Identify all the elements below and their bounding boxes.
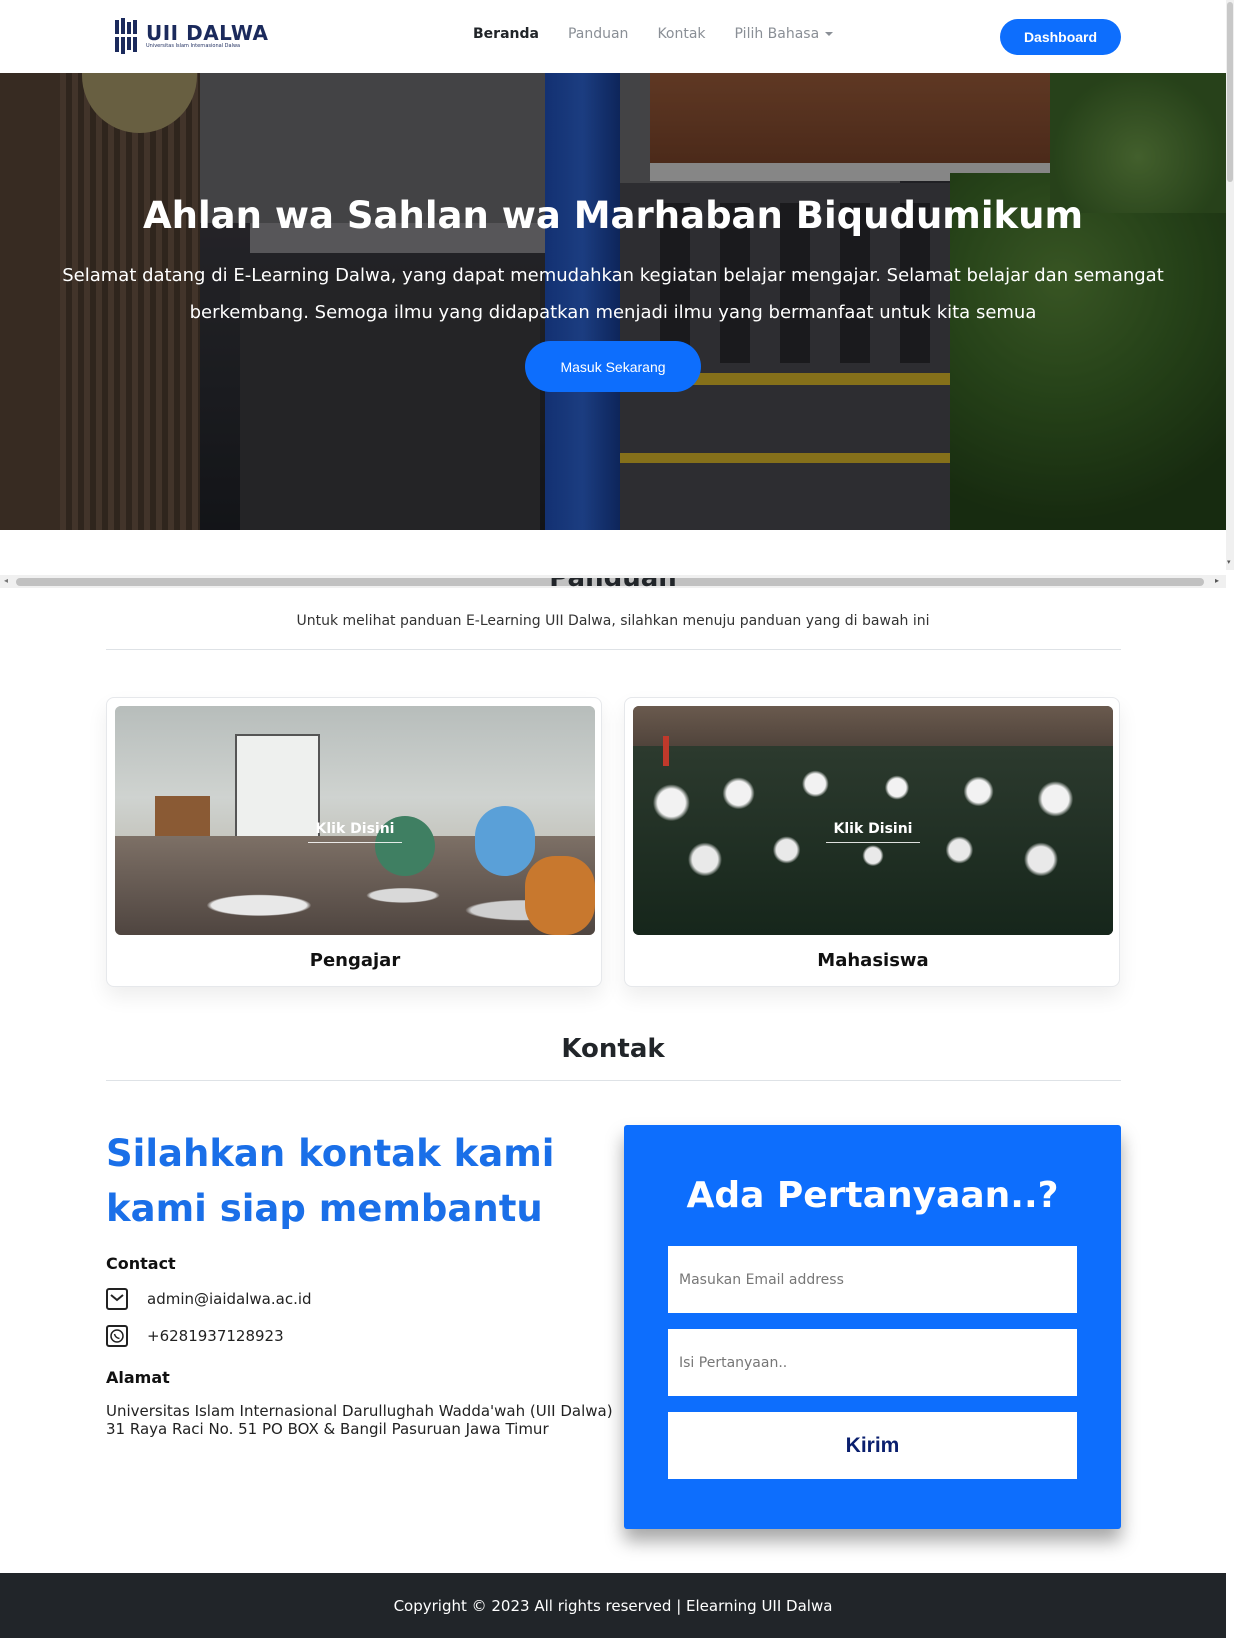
nav-links: Beranda Panduan Kontak Pilih Bahasa bbox=[473, 26, 862, 42]
nav-item-beranda[interactable]: Beranda bbox=[473, 26, 539, 42]
nav-item-pilih-bahasa[interactable]: Pilih Bahasa bbox=[735, 26, 834, 42]
question-form: Ada Pertanyaan..? Kirim bbox=[624, 1125, 1121, 1529]
brand-logo-icon bbox=[115, 18, 137, 54]
panduan-title: Panduan bbox=[549, 578, 677, 593]
panduan-subtitle: Untuk melihat panduan E-Learning UII Dal… bbox=[296, 613, 930, 629]
pengajar-image[interactable]: Klik Disini bbox=[115, 706, 595, 935]
hero-section: Ahlan wa Sahlan wa Marhaban Biqudumikum … bbox=[0, 73, 1226, 530]
footer-copyright: Copyright © 2023 All rights reserved | E… bbox=[393, 1596, 833, 1615]
alamat-line-2: 31 Raya Raci No. 51 PO BOX & Bangil Pasu… bbox=[106, 1420, 549, 1438]
footer: Copyright © 2023 All rights reserved | E… bbox=[0, 1573, 1226, 1638]
contact-phone-link[interactable]: +6281937128923 bbox=[147, 1327, 284, 1345]
whatsapp-icon bbox=[106, 1325, 128, 1347]
scroll-down-arrow-icon[interactable]: ▾ bbox=[1227, 558, 1231, 566]
mahasiswa-image[interactable]: Klik Disini bbox=[633, 706, 1113, 935]
brand-name: UII DALWA bbox=[146, 20, 269, 45]
nav-item-panduan[interactable]: Panduan bbox=[568, 26, 628, 42]
form-title: Ada Pertanyaan..? bbox=[686, 1175, 1059, 1216]
divider bbox=[106, 1080, 1121, 1081]
contact-heading: Contact bbox=[106, 1254, 176, 1273]
contact-email-row: admin@iaidalwa.ac.id bbox=[106, 1288, 312, 1310]
language-dropdown-label: Pilih Bahasa bbox=[734, 26, 820, 42]
kontak-title: Kontak bbox=[561, 1034, 665, 1064]
contact-email-link[interactable]: admin@iaidalwa.ac.id bbox=[147, 1290, 312, 1308]
vertical-scrollbar-thumb[interactable] bbox=[1227, 2, 1233, 182]
alamat-line-1: Universitas Islam Internasional Darullug… bbox=[106, 1402, 613, 1420]
hero-title: Ahlan wa Sahlan wa Marhaban Biqudumikum bbox=[142, 194, 1084, 237]
email-input[interactable] bbox=[668, 1246, 1077, 1313]
kontak-heading: Silahkan kontak kami kami siap membantu bbox=[106, 1132, 555, 1230]
nav-item-kontak[interactable]: Kontak bbox=[657, 26, 705, 42]
masuk-sekarang-button[interactable]: Masuk Sekarang bbox=[525, 341, 701, 392]
klik-disini-label: Klik Disini bbox=[315, 821, 395, 837]
card-mahasiswa[interactable]: Klik Disini Mahasiswa bbox=[624, 697, 1120, 987]
caret-down-icon bbox=[825, 32, 834, 36]
hero-description: Selamat datang di E-Learning Dalwa, yang… bbox=[62, 265, 1164, 323]
divider bbox=[106, 649, 1121, 650]
dashboard-button[interactable]: Dashboard bbox=[1000, 19, 1121, 55]
brand-text: UII DALWA Universitas Islam Internasiona… bbox=[146, 23, 269, 50]
navbar: UII DALWA Universitas Islam Internasiona… bbox=[0, 0, 1226, 73]
brand-logo[interactable]: UII DALWA Universitas Islam Internasiona… bbox=[114, 18, 269, 54]
alamat-text: Universitas Islam Internasional Darullug… bbox=[106, 1402, 613, 1438]
card-label-mahasiswa[interactable]: Mahasiswa bbox=[625, 950, 1121, 971]
card-label-pengajar[interactable]: Pengajar bbox=[107, 950, 603, 971]
card-pengajar[interactable]: Klik Disini Pengajar bbox=[106, 697, 602, 987]
klik-disini-label: Klik Disini bbox=[833, 821, 913, 837]
kirim-button[interactable]: Kirim bbox=[668, 1412, 1077, 1479]
envelope-icon bbox=[106, 1288, 128, 1310]
alamat-heading: Alamat bbox=[106, 1368, 170, 1387]
contact-phone-row: +6281937128923 bbox=[106, 1325, 284, 1347]
question-input[interactable] bbox=[668, 1329, 1077, 1396]
